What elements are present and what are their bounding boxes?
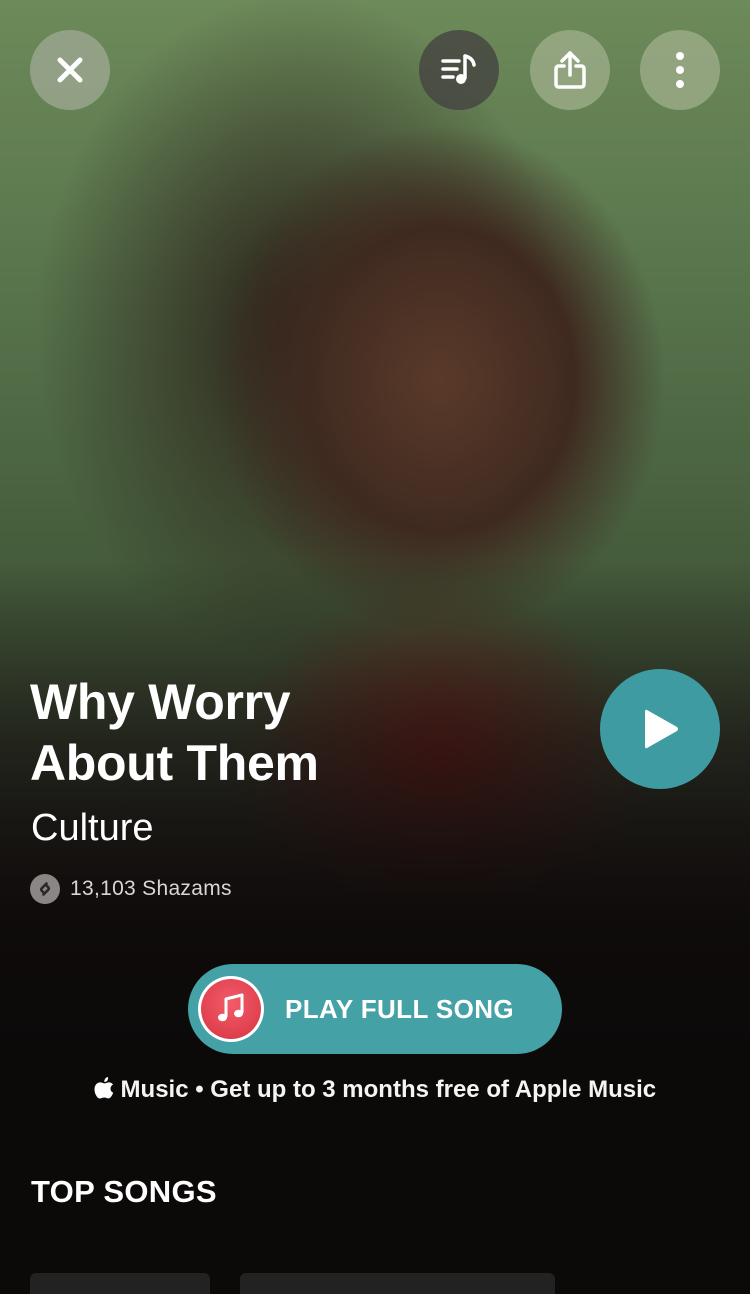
promo-text: • Get up to 3 months free of Apple Music (188, 1076, 657, 1103)
shazam-count-label: 13,103 Shazams (70, 877, 232, 900)
apple-music-badge (198, 976, 264, 1042)
song-title: Why Worry About Them (30, 672, 570, 794)
shazam-logo-icon (30, 874, 60, 904)
song-title-line-1: Why Worry (30, 674, 291, 730)
artist-name[interactable]: Culture (31, 803, 154, 853)
play-preview-button[interactable] (600, 669, 720, 789)
play-icon (645, 709, 678, 749)
apple-music-promo[interactable]: Music • Get up to 3 months free of Apple… (0, 1076, 750, 1104)
song-title-line-2: About Them (30, 735, 319, 791)
close-button[interactable] (30, 30, 110, 110)
music-queue-button[interactable] (419, 30, 499, 110)
apple-logo-icon (94, 1076, 121, 1103)
music-note-icon (218, 993, 244, 1022)
top-song-card[interactable] (30, 1273, 210, 1294)
shazam-count-row: 13,103 Shazams (30, 874, 232, 904)
play-full-song-button[interactable]: PLAY FULL SONG (188, 964, 562, 1054)
more-vertical-icon (676, 52, 684, 88)
play-full-song-label: PLAY FULL SONG (285, 994, 515, 1024)
apple-music-brand: Music (120, 1076, 189, 1103)
top-songs-heading: TOP SONGS (31, 1174, 217, 1209)
music-queue-icon (441, 54, 476, 84)
close-icon (57, 57, 83, 83)
more-options-button[interactable] (640, 30, 720, 110)
top-song-card[interactable] (240, 1273, 555, 1294)
share-icon (554, 51, 586, 89)
share-button[interactable] (530, 30, 610, 110)
